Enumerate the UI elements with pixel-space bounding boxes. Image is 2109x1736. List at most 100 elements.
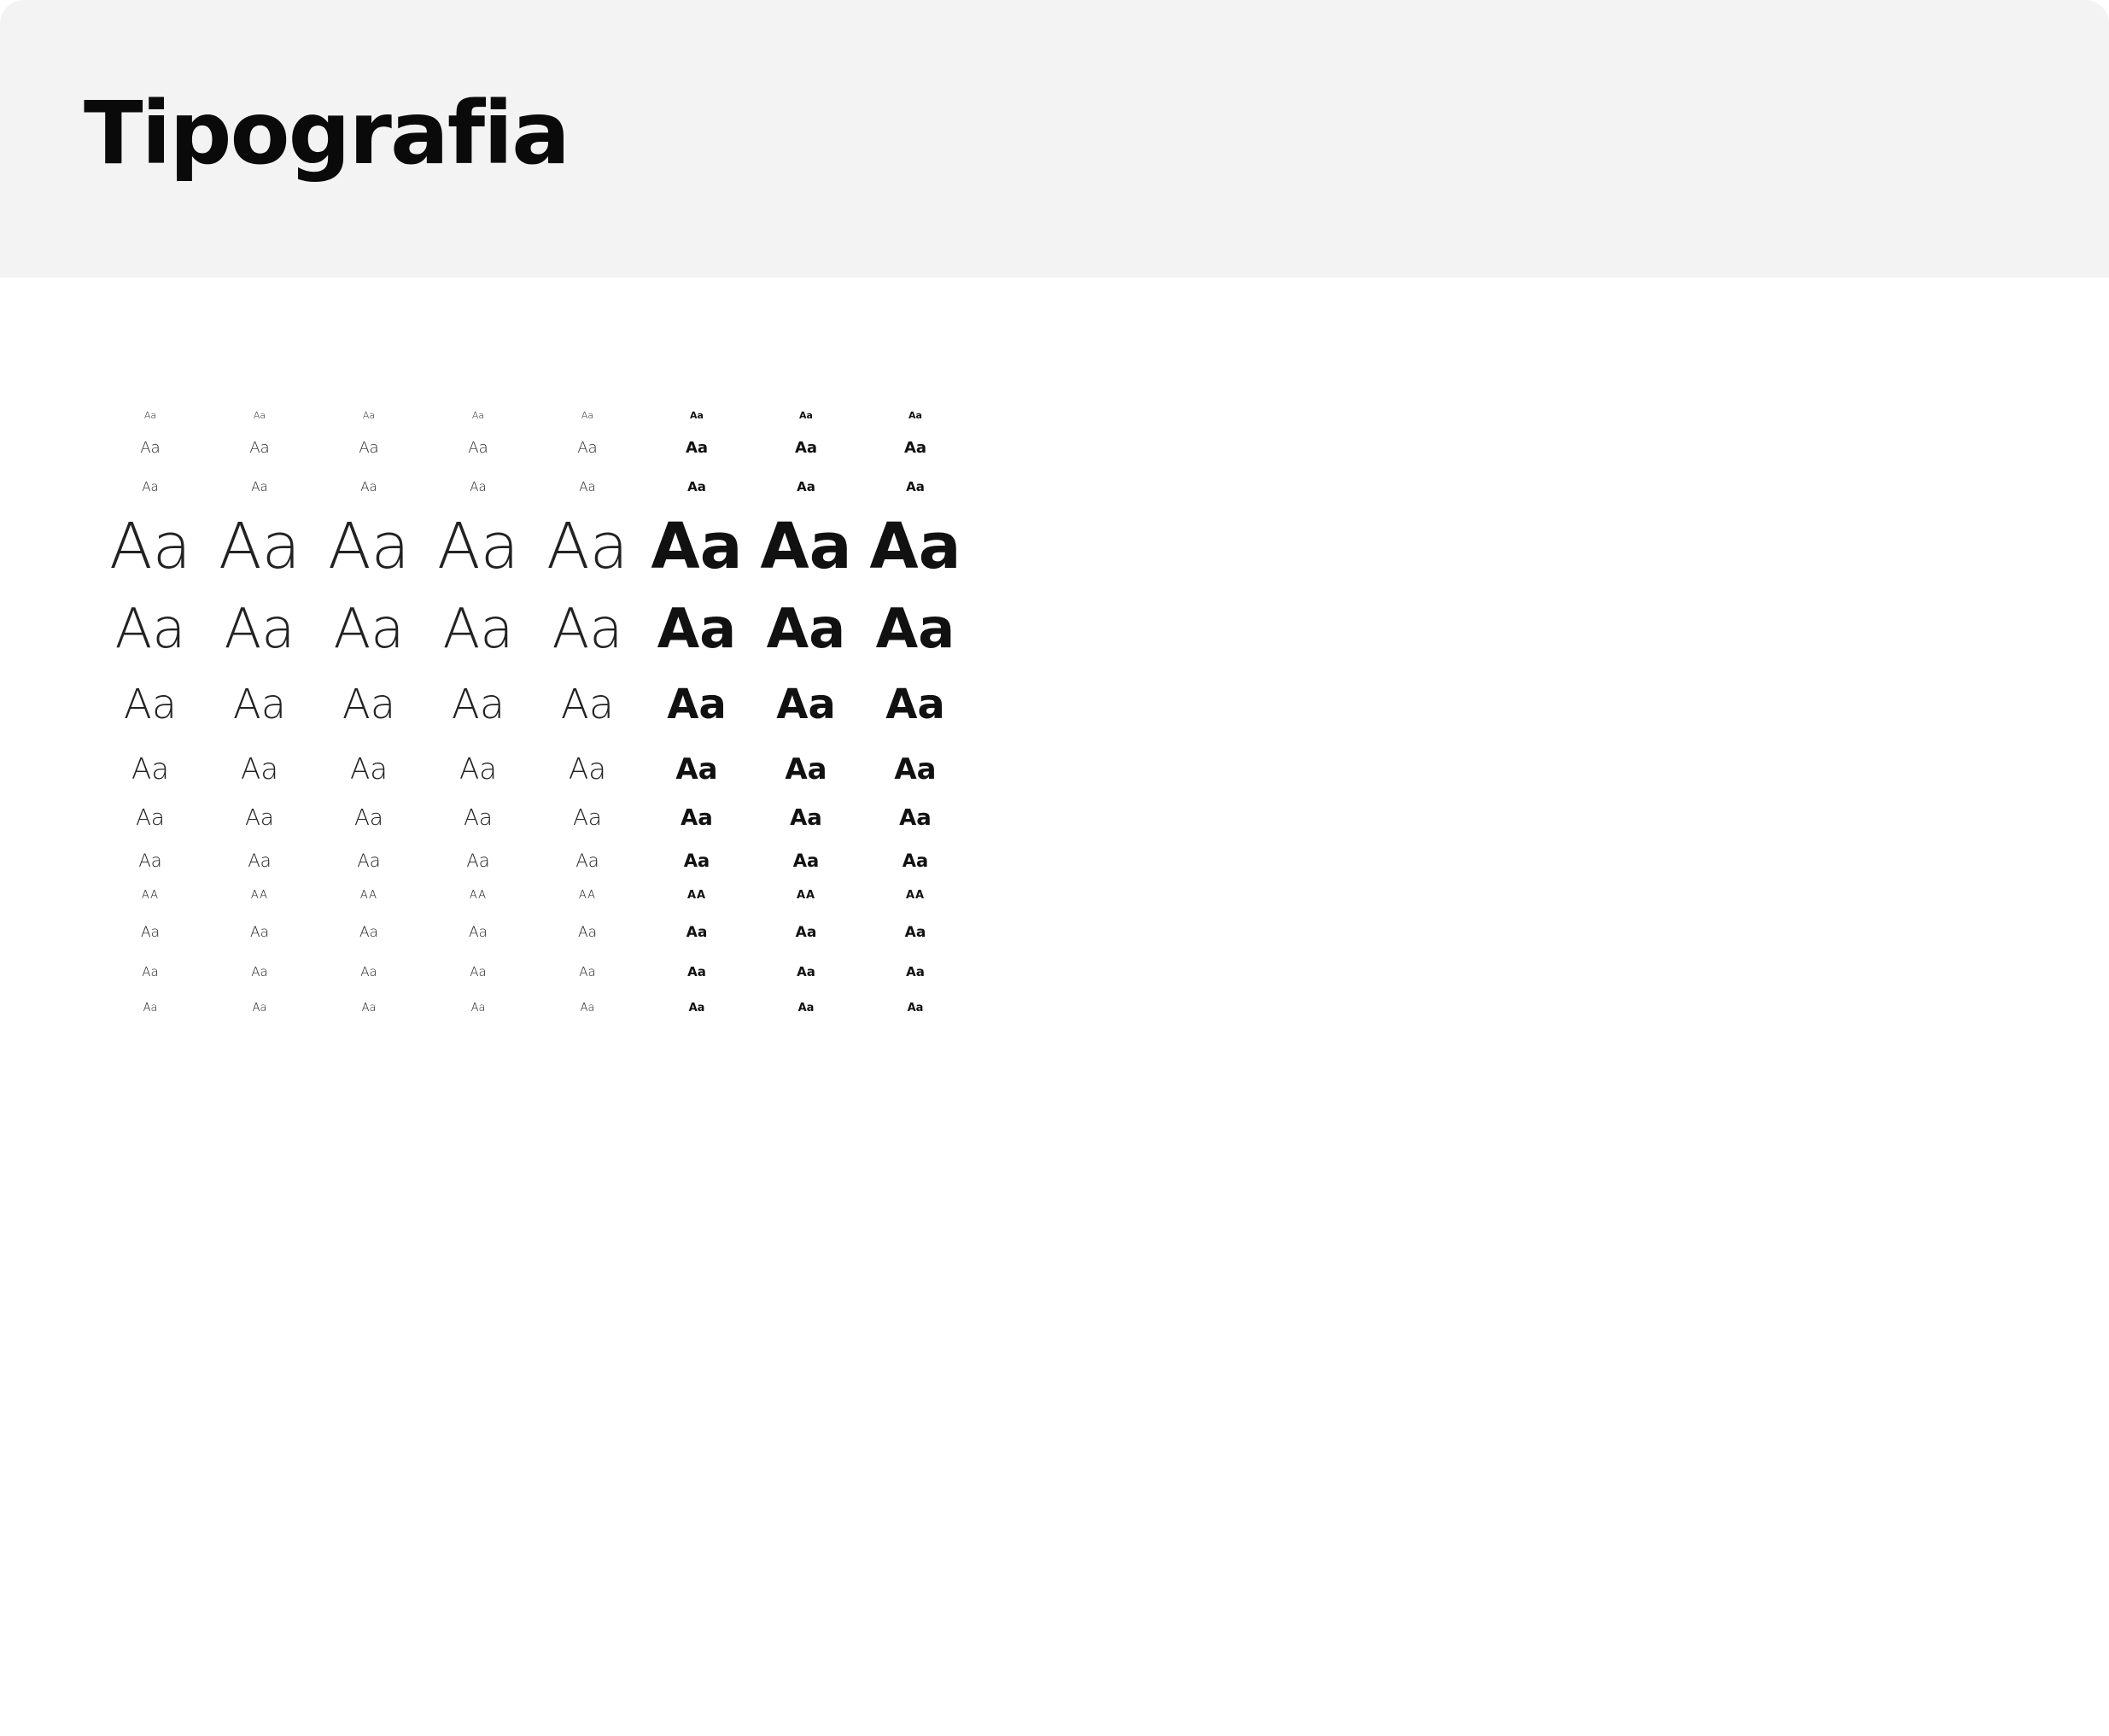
type-sample-bold: Aa	[906, 478, 925, 494]
type-sample-bold: Aa	[667, 681, 727, 728]
type-sample-light: Aa	[464, 805, 493, 831]
type-row: Aa Aa Aa Aa Aa Aa Aa Aa	[96, 997, 977, 1018]
type-sample-light: AA	[469, 888, 488, 902]
type-row: Aa Aa Aa Aa Aa Aa Aa Aa	[96, 960, 977, 984]
type-row: AA AA AA AA AA AA AA AA	[96, 885, 977, 905]
type-sample-light: Aa	[349, 752, 388, 786]
type-sample-light: Aa	[143, 1001, 158, 1014]
type-sample-light: Aa	[360, 963, 377, 979]
type-sample-bold: Aa	[903, 439, 927, 457]
type-sample-light: Aa	[466, 850, 490, 871]
type-sample-bold: Aa	[687, 963, 706, 979]
type-sample-light: Aa	[437, 510, 519, 583]
type-sample-bold: Aa	[688, 1001, 705, 1014]
type-specimen-grid: Aa Aa Aa Aa Aa Aa Aa Aa Aa Aa Aa Aa Aa A…	[96, 0, 977, 1067]
type-sample-light: Aa	[360, 478, 377, 494]
type-row: Aa Aa Aa Aa Aa Aa Aa Aa	[96, 504, 977, 589]
type-sample-light: Aa	[459, 752, 498, 786]
type-sample-bold: Aa	[686, 923, 708, 941]
type-sample-bold: Aa	[875, 598, 955, 661]
type-sample-light: Aa	[123, 681, 178, 728]
type-sample-bold: Aa	[795, 923, 817, 941]
type-sample-light: Aa	[109, 510, 191, 583]
type-sample-light: Aa	[552, 598, 623, 661]
type-row: Aa Aa Aa Aa Aa Aa Aa Aa	[96, 801, 977, 835]
type-sample-light: Aa	[224, 598, 295, 661]
type-sample-bold: Aa	[797, 1001, 815, 1014]
type-sample-bold: AA	[905, 888, 926, 902]
type-sample-light: Aa	[140, 439, 161, 457]
type-sample-bold: Aa	[797, 963, 815, 979]
type-sample-light: Aa	[251, 963, 268, 979]
type-sample-bold: Aa	[904, 923, 926, 941]
type-sample-light: Aa	[579, 478, 596, 494]
type-sample-light: Aa	[577, 923, 598, 941]
type-sample-bold: Aa	[657, 598, 737, 661]
type-sample-bold: Aa	[785, 752, 827, 786]
type-sample-light: Aa	[245, 805, 274, 831]
type-row: Aa Aa Aa Aa Aa Aa Aa Aa	[96, 434, 977, 463]
type-sample-bold: Aa	[902, 850, 929, 871]
type-sample-bold: Aa	[797, 478, 815, 494]
type-row: Aa Aa Aa Aa Aa Aa Aa Aa	[96, 591, 977, 668]
type-sample-bold: Aa	[683, 850, 710, 871]
type-sample-light: Aa	[362, 409, 376, 421]
type-sample-bold: Aa	[776, 681, 836, 728]
type-sample-light: Aa	[131, 752, 170, 786]
type-sample-light: Aa	[577, 439, 598, 457]
type-sample-light: Aa	[470, 1001, 486, 1014]
type-sample-bold: Aa	[681, 805, 713, 831]
type-sample-light: Aa	[442, 598, 514, 661]
type-sample-bold: AA	[686, 888, 707, 902]
type-sample-light: Aa	[114, 598, 186, 661]
type-sample-light: Aa	[468, 439, 488, 457]
type-sample-light: Aa	[249, 439, 270, 457]
type-sample-light: AA	[250, 888, 269, 902]
type-row: Aa Aa Aa Aa Aa Aa Aa Aa	[96, 919, 977, 946]
type-sample-bold: Aa	[790, 805, 822, 831]
type-sample-light: Aa	[140, 923, 161, 941]
type-sample-light: Aa	[328, 510, 410, 583]
type-sample-light: Aa	[219, 510, 301, 583]
type-sample-bold: Aa	[675, 752, 718, 786]
type-sample-bold: Aa	[899, 805, 932, 831]
type-sample-light: Aa	[468, 923, 488, 941]
type-sample-light: Aa	[568, 752, 607, 786]
type-sample-bold: Aa	[651, 510, 743, 583]
type-sample-light: Aa	[580, 1001, 595, 1014]
type-sample-light: Aa	[546, 510, 628, 583]
type-sample-bold: Aa	[908, 409, 922, 421]
type-sample-light: Aa	[560, 681, 615, 728]
type-row: Aa Aa Aa Aa Aa Aa Aa Aa	[96, 474, 977, 500]
type-sample-bold: Aa	[687, 478, 706, 494]
type-sample-light: Aa	[253, 409, 266, 421]
type-sample-light: Aa	[470, 963, 487, 979]
type-sample-light: Aa	[359, 923, 379, 941]
type-sample-bold: Aa	[760, 510, 852, 583]
type-sample-light: Aa	[251, 478, 268, 494]
type-row: Aa Aa Aa Aa Aa Aa Aa Aa	[96, 406, 977, 424]
type-sample-light: AA	[359, 888, 378, 902]
type-sample-bold: Aa	[885, 681, 945, 728]
type-sample-light: Aa	[575, 850, 599, 871]
type-sample-bold: Aa	[907, 1001, 924, 1014]
type-sample-light: Aa	[470, 478, 487, 494]
type-sample-light: Aa	[142, 478, 159, 494]
type-sample-bold: Aa	[792, 850, 820, 871]
type-sample-light: Aa	[232, 681, 287, 728]
type-sample-bold: Aa	[894, 752, 937, 786]
type-row: Aa Aa Aa Aa Aa Aa Aa Aa	[96, 748, 977, 791]
type-sample-light: Aa	[248, 850, 272, 871]
type-sample-light: Aa	[357, 850, 381, 871]
type-sample-light: AA	[578, 888, 597, 902]
type-sample-bold: AA	[796, 888, 816, 902]
type-sample-light: Aa	[354, 805, 383, 831]
type-sample-light: Aa	[138, 850, 162, 871]
type-sample-light: Aa	[142, 963, 159, 979]
type-sample-light: Aa	[136, 805, 165, 831]
type-sample-light: Aa	[359, 439, 379, 457]
type-sample-light: Aa	[451, 681, 505, 728]
type-sample-bold: Aa	[869, 510, 961, 583]
type-sample-light: Aa	[143, 409, 157, 421]
type-sample-light: Aa	[471, 409, 485, 421]
